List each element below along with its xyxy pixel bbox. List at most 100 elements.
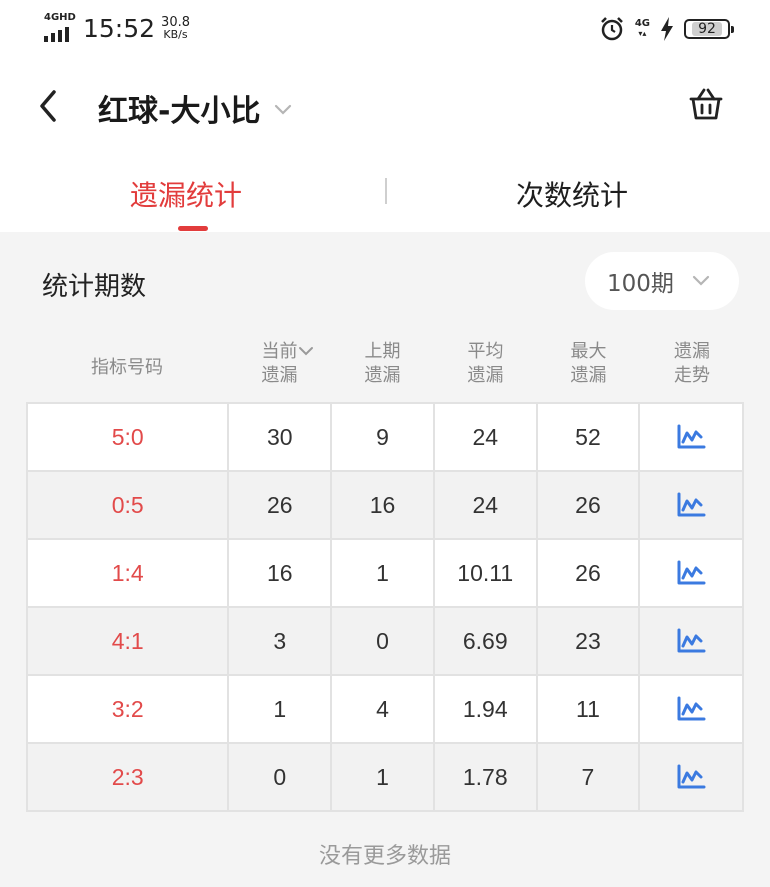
table-row: 3:2 1 4 1.94 11 xyxy=(28,676,745,744)
cell-avg-omission: 24 xyxy=(434,404,538,472)
network-4g: 4G ▾▴ xyxy=(635,19,650,39)
trend-chart-icon xyxy=(677,764,706,789)
cell-avg-omission: 1.94 xyxy=(434,676,538,744)
header-trend-line1: 遗漏 xyxy=(674,341,710,362)
cell-current-omission: 26 xyxy=(229,472,333,540)
chevron-down-icon xyxy=(692,275,710,286)
trend-button[interactable] xyxy=(640,404,745,472)
cell-current-omission: 0 xyxy=(229,744,333,812)
cell-index: 2:3 xyxy=(28,744,230,812)
cell-last-omission: 4 xyxy=(332,676,435,744)
cell-last-omission: 1 xyxy=(332,540,435,608)
trend-chart-icon xyxy=(677,424,706,449)
battery-level: 92 xyxy=(692,22,722,36)
sort-chevron-icon xyxy=(299,347,313,356)
cell-max-omission: 26 xyxy=(537,472,641,540)
trend-chart-icon xyxy=(677,696,706,721)
battery-icon: 92 xyxy=(684,19,734,39)
trend-chart-icon xyxy=(677,628,706,653)
header-last-line2: 遗漏 xyxy=(364,365,401,386)
period-select[interactable]: 100期 xyxy=(585,252,739,310)
cell-current-omission: 16 xyxy=(229,540,333,608)
header-index: 指标号码 xyxy=(26,356,228,380)
title-selector[interactable]: 红球-大小比 xyxy=(98,86,292,130)
omission-table: 5:0 30 9 24 52 0:5 26 16 24 26 1:4 16 1 10.11 26 4:1 3 0 6… xyxy=(26,402,745,812)
trend-button[interactable] xyxy=(640,540,745,608)
header-trend-line2: 走势 xyxy=(674,365,710,386)
header-max-line1: 最大 xyxy=(570,341,607,362)
header-current-line2: 遗漏 xyxy=(261,365,298,386)
tab-divider xyxy=(385,178,387,204)
period-row: 统计期数 100期 xyxy=(0,252,770,314)
network-type: 4GHD xyxy=(44,12,76,23)
signal-icon xyxy=(44,27,69,42)
cell-current-omission: 30 xyxy=(229,404,333,472)
trend-button[interactable] xyxy=(640,744,745,812)
app-header: 红球-大小比 xyxy=(0,70,770,144)
cell-last-omission: 16 xyxy=(332,472,435,540)
tab-count-stats[interactable]: 次数统计 xyxy=(516,174,628,214)
cell-last-omission: 1 xyxy=(332,744,435,812)
cell-max-omission: 26 xyxy=(537,540,641,608)
header-current-line1: 当前 xyxy=(261,341,298,362)
basket-button[interactable] xyxy=(688,86,724,126)
no-more-data: 没有更多数据 xyxy=(318,844,451,869)
network-4g-label: 4G xyxy=(634,18,650,29)
header-omission-trend: 遗漏 走势 xyxy=(640,340,744,388)
cell-current-omission: 3 xyxy=(229,608,333,676)
table-row: 4:1 3 0 6.69 23 xyxy=(28,608,745,676)
cell-index: 1:4 xyxy=(28,540,230,608)
page-title: 红球-大小比 xyxy=(98,94,261,129)
cell-max-omission: 23 xyxy=(537,608,641,676)
cell-max-omission: 52 xyxy=(537,404,641,472)
header-avg-line1: 平均 xyxy=(467,341,504,362)
tab-bar: 遗漏统计 次数统计 xyxy=(0,160,770,232)
header-max-omission[interactable]: 最大 遗漏 xyxy=(537,340,640,388)
alarm-icon xyxy=(600,17,623,41)
cell-avg-omission: 10.11 xyxy=(434,540,538,608)
table-row: 2:3 0 1 1.78 7 xyxy=(28,744,745,812)
network-speed: 30.8 KB/s xyxy=(161,16,190,41)
header-current-omission[interactable]: 当前 遗漏 xyxy=(228,340,331,388)
cell-avg-omission: 24 xyxy=(434,472,538,540)
network-speed-unit: KB/s xyxy=(163,27,188,41)
cell-index: 0:5 xyxy=(28,472,230,540)
header-index-label: 指标号码 xyxy=(91,357,163,378)
charging-icon xyxy=(661,17,673,41)
header-last-line1: 上期 xyxy=(364,341,401,362)
trend-button[interactable] xyxy=(640,608,745,676)
chevron-down-icon xyxy=(275,104,292,115)
table-header: 指标号码 当前 遗漏 上期 遗漏 平均 遗漏 最大 遗漏 遗漏 走势 xyxy=(26,340,744,402)
back-button[interactable] xyxy=(34,86,70,126)
table-row: 5:0 30 9 24 52 xyxy=(28,404,745,472)
tab-omission-stats[interactable]: 遗漏统计 xyxy=(130,174,242,214)
status-bar: 4GHD 15:52 30.8 KB/s 4G ▾▴ 92 xyxy=(0,0,770,60)
data-arrows-icon: ▾▴ xyxy=(638,29,647,38)
cell-current-omission: 1 xyxy=(229,676,333,744)
status-left: 4GHD 15:52 30.8 KB/s xyxy=(44,12,190,43)
table-row: 1:4 16 1 10.11 26 xyxy=(28,540,745,608)
header-avg-line2: 遗漏 xyxy=(467,365,504,386)
status-time: 15:52 xyxy=(83,14,156,43)
cell-index: 4:1 xyxy=(28,608,230,676)
header-last-omission[interactable]: 上期 遗漏 xyxy=(331,340,434,388)
cell-index: 3:2 xyxy=(28,676,230,744)
table-row: 0:5 26 16 24 26 xyxy=(28,472,745,540)
trend-chart-icon xyxy=(677,560,706,585)
cell-index: 5:0 xyxy=(28,404,230,472)
period-value: 100期 xyxy=(607,271,674,297)
back-arrow-icon xyxy=(40,90,56,122)
basket-icon xyxy=(689,88,723,120)
cell-avg-omission: 6.69 xyxy=(434,608,538,676)
period-label: 统计期数 xyxy=(42,272,147,302)
cell-last-omission: 0 xyxy=(332,608,435,676)
trend-chart-icon xyxy=(677,492,706,517)
header-max-line2: 遗漏 xyxy=(570,365,607,386)
status-right: 4G ▾▴ 92 xyxy=(599,16,734,42)
trend-button[interactable] xyxy=(640,676,745,744)
cell-avg-omission: 1.78 xyxy=(434,744,538,812)
active-tab-indicator xyxy=(178,226,208,231)
header-avg-omission[interactable]: 平均 遗漏 xyxy=(434,340,537,388)
cell-max-omission: 11 xyxy=(537,676,641,744)
trend-button[interactable] xyxy=(640,472,745,540)
